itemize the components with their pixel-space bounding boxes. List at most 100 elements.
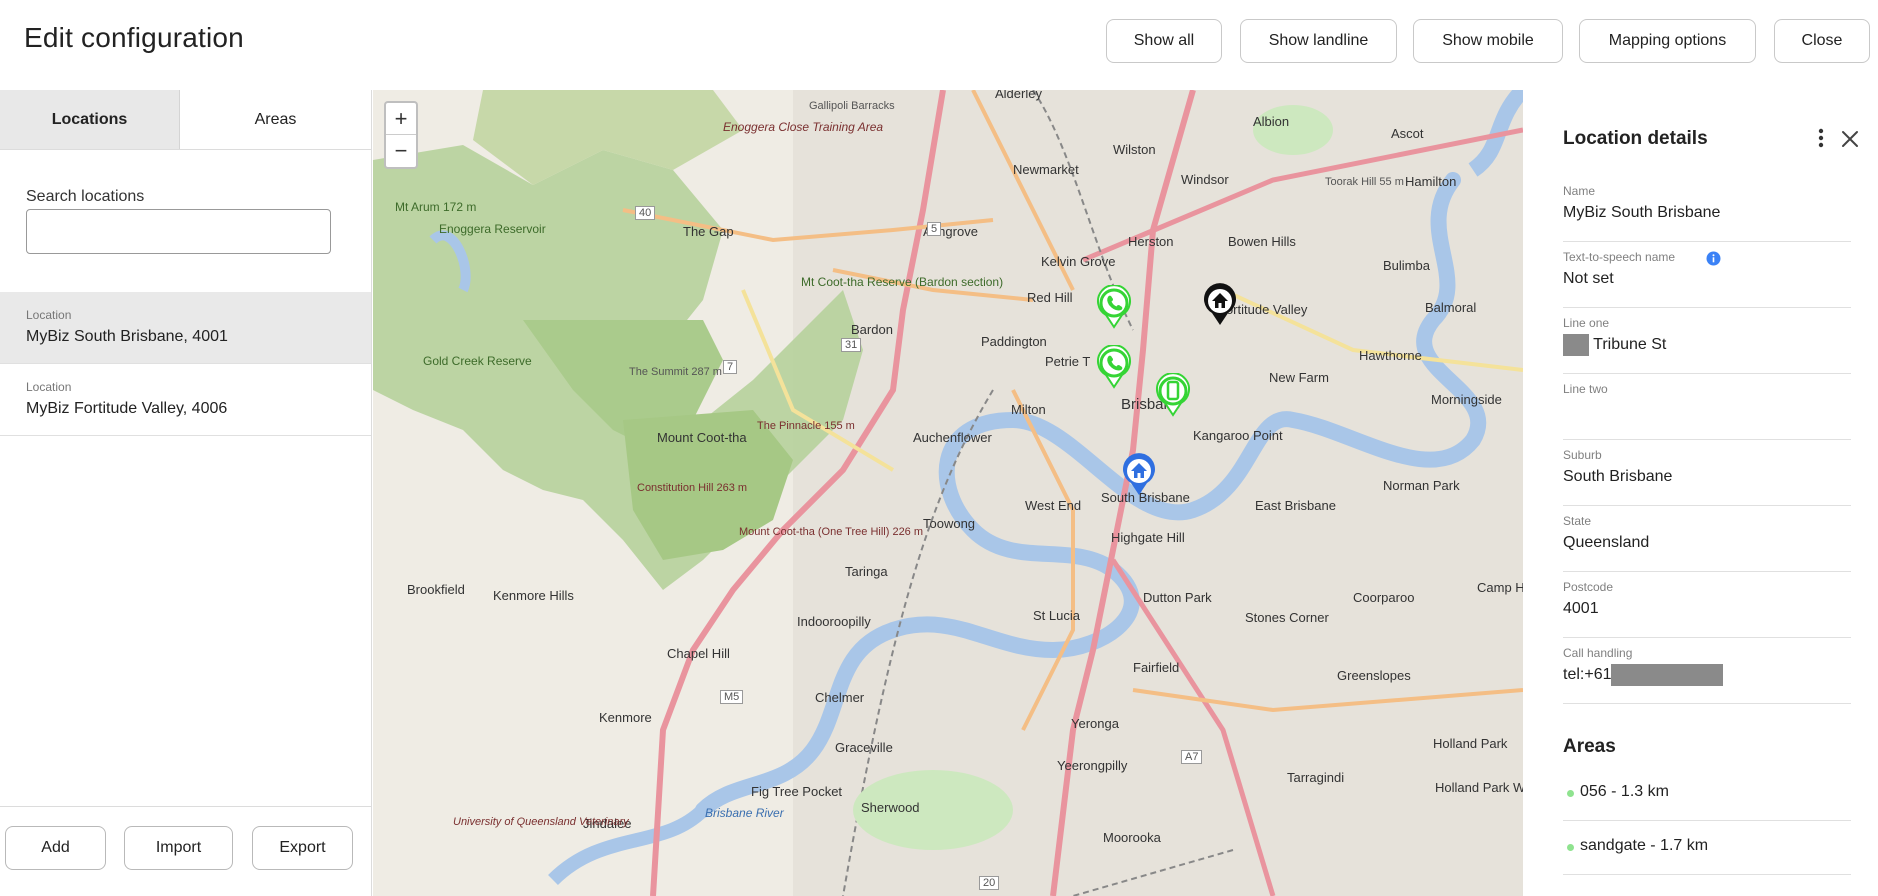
show-all-button[interactable]: Show all — [1106, 19, 1222, 63]
map-label: Yeronga — [1071, 716, 1119, 731]
close-button[interactable]: Close — [1774, 19, 1870, 63]
location-item-label: Location — [26, 308, 72, 322]
map-label: Stones Corner — [1245, 610, 1329, 625]
home-marker-icon[interactable] — [1121, 453, 1157, 497]
map-label: Wilston — [1113, 142, 1156, 157]
map-label: The Gap — [683, 224, 734, 239]
info-icon[interactable] — [1706, 251, 1721, 266]
field-name: Name MyBiz South Brisbane — [1563, 176, 1851, 242]
map-label: University of Queensland Veterinary — [453, 816, 629, 828]
field-call-handling: Call handling tel:+61 — [1563, 638, 1851, 704]
map-label: Kelvin Grove — [1041, 254, 1116, 269]
map-label: Toorak Hill 55 m — [1325, 176, 1404, 188]
map-label: Indooroopilly — [797, 614, 871, 629]
redacted-block — [1611, 664, 1724, 686]
field-label: Line one — [1563, 316, 1610, 330]
map-label: Bardon — [851, 322, 893, 337]
map-label: Taringa — [845, 564, 888, 579]
map-label: New Farm — [1269, 370, 1329, 385]
map-label: Tarragindi — [1287, 770, 1345, 785]
road-shield: 31 — [841, 338, 862, 352]
tab-locations[interactable]: Locations — [0, 90, 180, 149]
header: Edit configuration Show all Show landlin… — [0, 0, 1878, 90]
map-label: Kenmore Hills — [493, 588, 574, 603]
field-value: MyBiz South Brisbane — [1563, 204, 1721, 221]
show-landline-button[interactable]: Show landline — [1240, 19, 1397, 63]
map-label: Mount Coot-tha — [657, 430, 747, 445]
map-label: East Brisbane — [1255, 498, 1336, 513]
map-label: Chapel Hill — [667, 646, 730, 661]
panel-tabs: Locations Areas — [0, 90, 372, 150]
map-label: Kangaroo Point — [1193, 428, 1283, 443]
mobile-marker-icon[interactable] — [1155, 373, 1191, 417]
map-label: Fig Tree Pocket — [751, 784, 843, 799]
field-label: Call handling — [1563, 646, 1633, 660]
map-label: Paddington — [981, 334, 1047, 349]
field-label: Name — [1563, 184, 1596, 198]
field-label: Line two — [1563, 382, 1608, 396]
area-list-item[interactable]: sandgate - 1.7 km — [1563, 821, 1851, 875]
home-marker-icon[interactable] — [1202, 283, 1238, 327]
map-label: Holland Park — [1433, 736, 1508, 751]
locations-panel: Locations Areas Search locations Locatio… — [0, 90, 372, 896]
map-label: Mt Arum 172 m — [395, 200, 477, 214]
field-value: 4001 — [1563, 600, 1599, 617]
mapping-options-button[interactable]: Mapping options — [1579, 19, 1756, 63]
map-label: Chelmer — [815, 690, 865, 705]
export-button[interactable]: Export — [252, 826, 353, 870]
map-label: Brookfield — [407, 582, 465, 597]
zoom-in-button[interactable]: + — [386, 103, 416, 135]
location-item-value: MyBiz Fortitude Valley, 4006 — [26, 400, 228, 417]
field-tts-name: Text-to-speech name Not set — [1563, 242, 1851, 308]
search-label: Search locations — [26, 188, 145, 205]
map-label: Toowong — [923, 516, 976, 531]
details-title: Location details — [1563, 128, 1708, 149]
map-label: Hamilton — [1405, 174, 1457, 189]
more-options-icon[interactable] — [1811, 126, 1831, 150]
show-mobile-button[interactable]: Show mobile — [1413, 19, 1563, 63]
map-label: Windsor — [1181, 172, 1229, 187]
landline-marker-icon[interactable] — [1096, 345, 1132, 389]
map-label: Moorooka — [1103, 830, 1161, 845]
map-label: Balmoral — [1425, 300, 1477, 315]
road-shield: M5 — [720, 690, 744, 704]
road-shield: 5 — [927, 222, 942, 236]
landline-marker-icon[interactable] — [1096, 285, 1132, 329]
road-shield: 40 — [635, 206, 656, 220]
field-line-two: Line two — [1563, 374, 1851, 440]
close-icon[interactable] — [1839, 128, 1861, 150]
field-value-wrapper: Tribune St — [1563, 334, 1666, 356]
location-list-item[interactable]: Location MyBiz South Brisbane, 4001 — [0, 292, 371, 364]
add-button[interactable]: Add — [5, 826, 106, 870]
map-label: The Pinnacle 155 m — [757, 420, 855, 432]
zoom-out-button[interactable]: − — [386, 135, 416, 167]
search-locations-input[interactable] — [26, 209, 331, 254]
map-label: Mt Coot-tha Reserve (Bardon section) — [801, 275, 1003, 289]
field-label: Postcode — [1563, 580, 1614, 594]
field-value: Queensland — [1563, 534, 1650, 551]
location-list-item[interactable]: Location MyBiz Fortitude Valley, 4006 — [0, 364, 371, 436]
tab-areas[interactable]: Areas — [180, 90, 371, 149]
map-label: Graceville — [835, 740, 893, 755]
area-label: sandgate - 1.7 km — [1580, 837, 1709, 854]
field-value: Not set — [1563, 270, 1614, 287]
road-shield: 20 — [979, 876, 1000, 890]
map-label: Highgate Hill — [1111, 530, 1185, 545]
map-label: Fairfield — [1133, 660, 1180, 675]
field-label: Suburb — [1563, 448, 1602, 462]
map-label: Coorparoo — [1353, 590, 1415, 605]
map-label: Constitution Hill 263 m — [637, 482, 748, 494]
import-button[interactable]: Import — [124, 826, 233, 870]
map-label: Greenslopes — [1337, 668, 1411, 683]
map-label: Milton — [1011, 402, 1046, 417]
field-label: Text-to-speech name — [1563, 250, 1676, 264]
map-view[interactable]: + − Enoggera Close Training Area Gallipo… — [373, 90, 1523, 896]
location-details-panel: Location details Name MyBiz South Brisba… — [1523, 90, 1878, 896]
field-label: State — [1563, 514, 1592, 528]
area-list-item[interactable]: 056 - 1.3 km — [1563, 767, 1851, 821]
map-label: Herston — [1128, 234, 1174, 249]
panel-footer: Add Import Export — [0, 806, 371, 896]
map-label: Norman Park — [1383, 478, 1460, 493]
area-dot-icon — [1567, 790, 1574, 797]
page-title: Edit configuration — [24, 22, 244, 53]
